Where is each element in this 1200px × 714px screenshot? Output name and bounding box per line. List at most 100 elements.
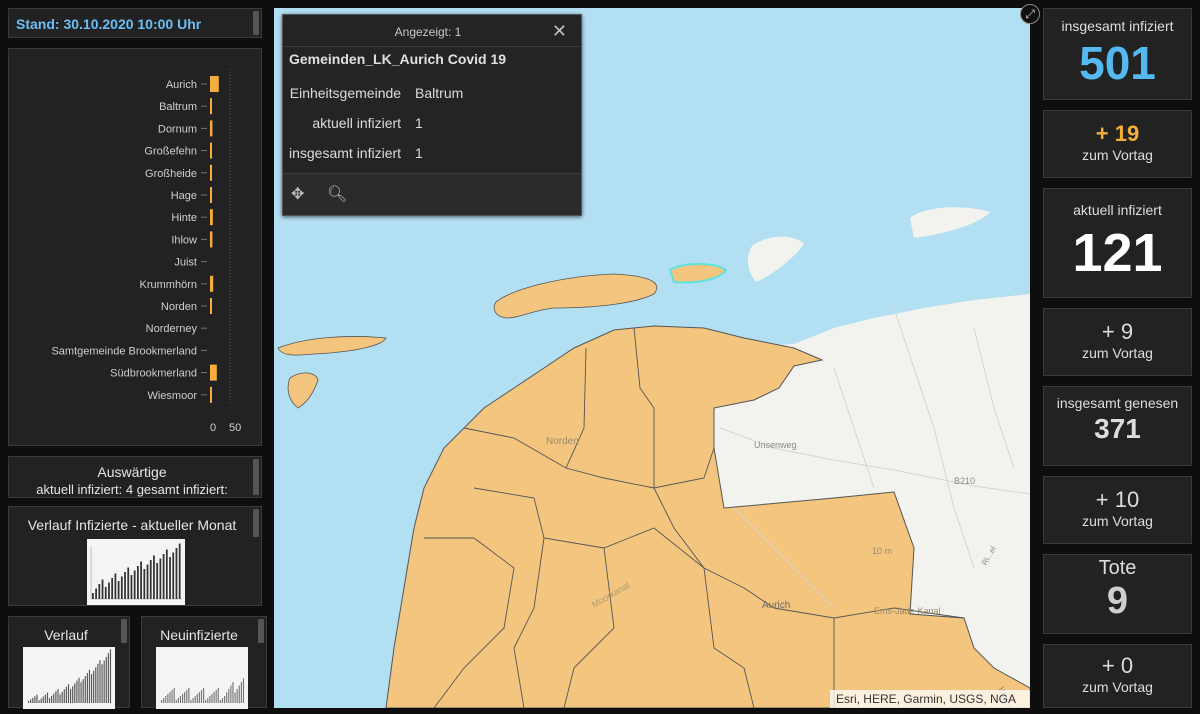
scrollbar[interactable] [253, 11, 259, 35]
island-juist[interactable] [277, 336, 387, 356]
thumbnail-bar [211, 694, 213, 703]
thumbnail-bar [172, 552, 175, 599]
thumbnail-bar [228, 689, 230, 703]
popup-header: Angezeigt: 1 ✕ [283, 15, 581, 47]
thumbnail-bar [65, 686, 67, 703]
bar-label: Samtgemeinde Brookmerland [51, 345, 197, 357]
thumbnail-bar [40, 698, 42, 703]
thumbnail-bar [70, 689, 72, 703]
feature-popup[interactable]: Angezeigt: 1 ✕ Gemeinden_LK_Aurich Covid… [282, 14, 582, 216]
popup-footer: ✥ 🔍︎ [283, 173, 581, 215]
thumbnail-bar [167, 694, 169, 703]
table-row: aktuell infiziert 1 [289, 115, 469, 145]
thumbnail-bar [80, 682, 82, 703]
scrollbar[interactable] [253, 459, 259, 495]
stat-value: 9 [1106, 580, 1129, 622]
bar-label: Wiesmoor [147, 390, 197, 402]
thumbnail-bar [165, 549, 168, 599]
bar[interactable] [210, 76, 219, 92]
thumbnail-bar [117, 581, 120, 599]
thumbnail-bar [242, 678, 245, 703]
thumbnail-bar [99, 660, 101, 703]
bar-label: Dornum [158, 123, 197, 135]
bar-label: Südbrookmerland [110, 368, 197, 380]
stat-value: + 9 [1101, 319, 1134, 344]
map-label-norden: Norden [546, 436, 579, 447]
close-icon[interactable]: ✕ [552, 21, 567, 42]
thumbnail-bar [190, 700, 192, 703]
bar[interactable] [210, 120, 213, 137]
thumbnail-bar [61, 691, 63, 703]
stat-delta-genesen: + 10 zum Vortag [1043, 476, 1192, 544]
verlauf-thumbnail[interactable] [23, 647, 115, 709]
island-baltrum-selected[interactable] [668, 263, 728, 284]
scrollbar[interactable] [258, 619, 264, 643]
thumbnail-bar [221, 698, 224, 703]
scrollbar[interactable] [253, 509, 259, 537]
bar[interactable] [210, 275, 214, 292]
stat-delta-tote: + 0 zum Vortag [1043, 644, 1192, 708]
scrollbar[interactable] [121, 619, 127, 643]
map-label-ems-jade-kanal: Ems-Jade-Kanal [874, 606, 941, 616]
stat-value: + 0 [1101, 653, 1134, 678]
map-attribution[interactable]: Esri, HERE, Garmin, USGS, NGA [829, 690, 1030, 708]
thumbnail-bar [169, 692, 171, 703]
bar[interactable] [210, 98, 212, 115]
thumbnail-bar [82, 679, 84, 703]
thumbnail-bar [95, 588, 97, 599]
thumbnail-bar [163, 698, 165, 703]
thumbnail-bar [207, 698, 209, 703]
thumbnail-bar [97, 663, 99, 703]
thumbnail-bar [124, 572, 126, 599]
thumbnail-bar [178, 543, 181, 599]
island-norderney[interactable] [493, 273, 658, 319]
map-label-b210: B210 [954, 476, 975, 486]
stat-label: zum Vortag [1082, 147, 1153, 163]
verlauf-monat-thumbnail[interactable] [87, 539, 185, 605]
thumbnail-bar [103, 660, 105, 703]
island-memmert[interactable] [287, 372, 319, 409]
fullscreen-icon[interactable]: ⤢ [1020, 4, 1040, 24]
bar[interactable] [210, 209, 213, 226]
attribute-value: Baltrum [415, 85, 464, 101]
bar[interactable] [210, 231, 213, 248]
stat-label: zum Vortag [1082, 345, 1153, 361]
bar[interactable] [210, 364, 217, 381]
attribute-value: 1 [415, 115, 423, 131]
bar[interactable] [210, 298, 212, 314]
pan-icon[interactable]: ✥ [291, 184, 304, 204]
stat-insgesamt-infiziert: insgesamt infiziert 501 [1043, 8, 1192, 100]
thumbnail-bar [111, 578, 114, 599]
thumbnail-bar [224, 696, 226, 703]
verlauf-monat-chart-image [90, 543, 182, 600]
thumbnail-bar [78, 677, 80, 703]
stat-label: insgesamt infiziert [1061, 18, 1174, 34]
thumbnail-bar [34, 696, 36, 703]
thumbnail-bar [28, 701, 30, 703]
bar[interactable] [210, 187, 212, 203]
thumbnail-bar [140, 561, 142, 599]
neuinfizierte-thumbnail[interactable] [156, 647, 248, 709]
popup-title: Gemeinden_LK_Aurich Covid 19 [289, 51, 507, 67]
island-langeoog [747, 236, 804, 282]
thumbnail-bar [101, 664, 103, 703]
thumbnail-bar [38, 700, 40, 703]
bar[interactable] [210, 142, 212, 159]
thumbnail-bar [36, 694, 38, 703]
thumbnail-bar [107, 653, 109, 703]
auswaertige-text: aktuell infiziert: 4 gesamt infiziert: [36, 482, 228, 497]
bar-label: Großheide [145, 168, 197, 180]
thumbnail-bar [30, 699, 32, 703]
bar[interactable] [210, 386, 212, 403]
zoom-to-icon[interactable]: 🔍︎ [327, 184, 347, 204]
thumbnail-bar [182, 694, 184, 703]
bar-label: Hinte [171, 212, 197, 224]
thumbnail-bar [179, 696, 182, 703]
thumbnail-bar [32, 697, 34, 703]
verlauf-monat-panel: Verlauf Infizierte - aktueller Monat [8, 506, 262, 606]
bar[interactable] [210, 164, 212, 181]
thumbnail-bar [133, 570, 136, 599]
thumbnail-bar [213, 692, 215, 703]
thumbnail-bar [63, 689, 65, 703]
thumbnail-bar [130, 575, 133, 599]
